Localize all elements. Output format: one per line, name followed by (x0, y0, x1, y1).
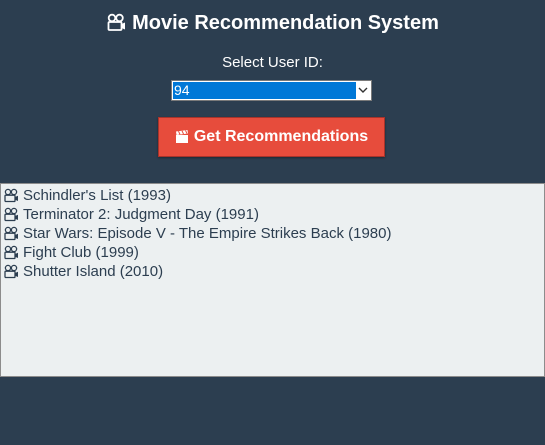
page-title: Movie Recommendation System (132, 11, 439, 34)
movie-title: Schindler's List (1993) (23, 187, 171, 204)
list-item[interactable]: Fight Club (1999) (3, 243, 544, 262)
user-id-selected-value[interactable]: 94 (173, 82, 356, 99)
recommendations-list[interactable]: Schindler's List (1993) Terminator 2: Ju… (0, 183, 545, 377)
movie-title: Shutter Island (2010) (23, 263, 164, 280)
movie-title: Terminator 2: Judgment Day (1991) (23, 206, 259, 223)
film-projector-icon (3, 245, 19, 261)
list-item[interactable]: Schindler's List (1993) (3, 186, 544, 205)
film-projector-icon (106, 13, 126, 33)
movie-title: Fight Club (1999) (23, 244, 139, 261)
get-recommendations-button[interactable]: Get Recommendations (158, 117, 385, 157)
list-item[interactable]: Terminator 2: Judgment Day (1991) (3, 205, 544, 224)
list-item[interactable]: Shutter Island (2010) (3, 262, 544, 281)
user-id-label: Select User ID: (222, 54, 323, 71)
movie-title: Star Wars: Episode V - The Empire Strike… (23, 225, 392, 242)
get-recommendations-label: Get Recommendations (193, 128, 369, 145)
film-projector-icon (3, 264, 19, 280)
film-projector-icon (3, 207, 19, 223)
page-header: Movie Recommendation System (0, 10, 545, 36)
film-projector-icon (3, 226, 19, 242)
film-projector-icon (3, 188, 19, 204)
chevron-down-icon[interactable] (355, 82, 370, 99)
clapperboard-icon (175, 130, 189, 144)
list-item[interactable]: Star Wars: Episode V - The Empire Strike… (3, 224, 544, 243)
user-id-select[interactable]: 94 (171, 80, 372, 101)
